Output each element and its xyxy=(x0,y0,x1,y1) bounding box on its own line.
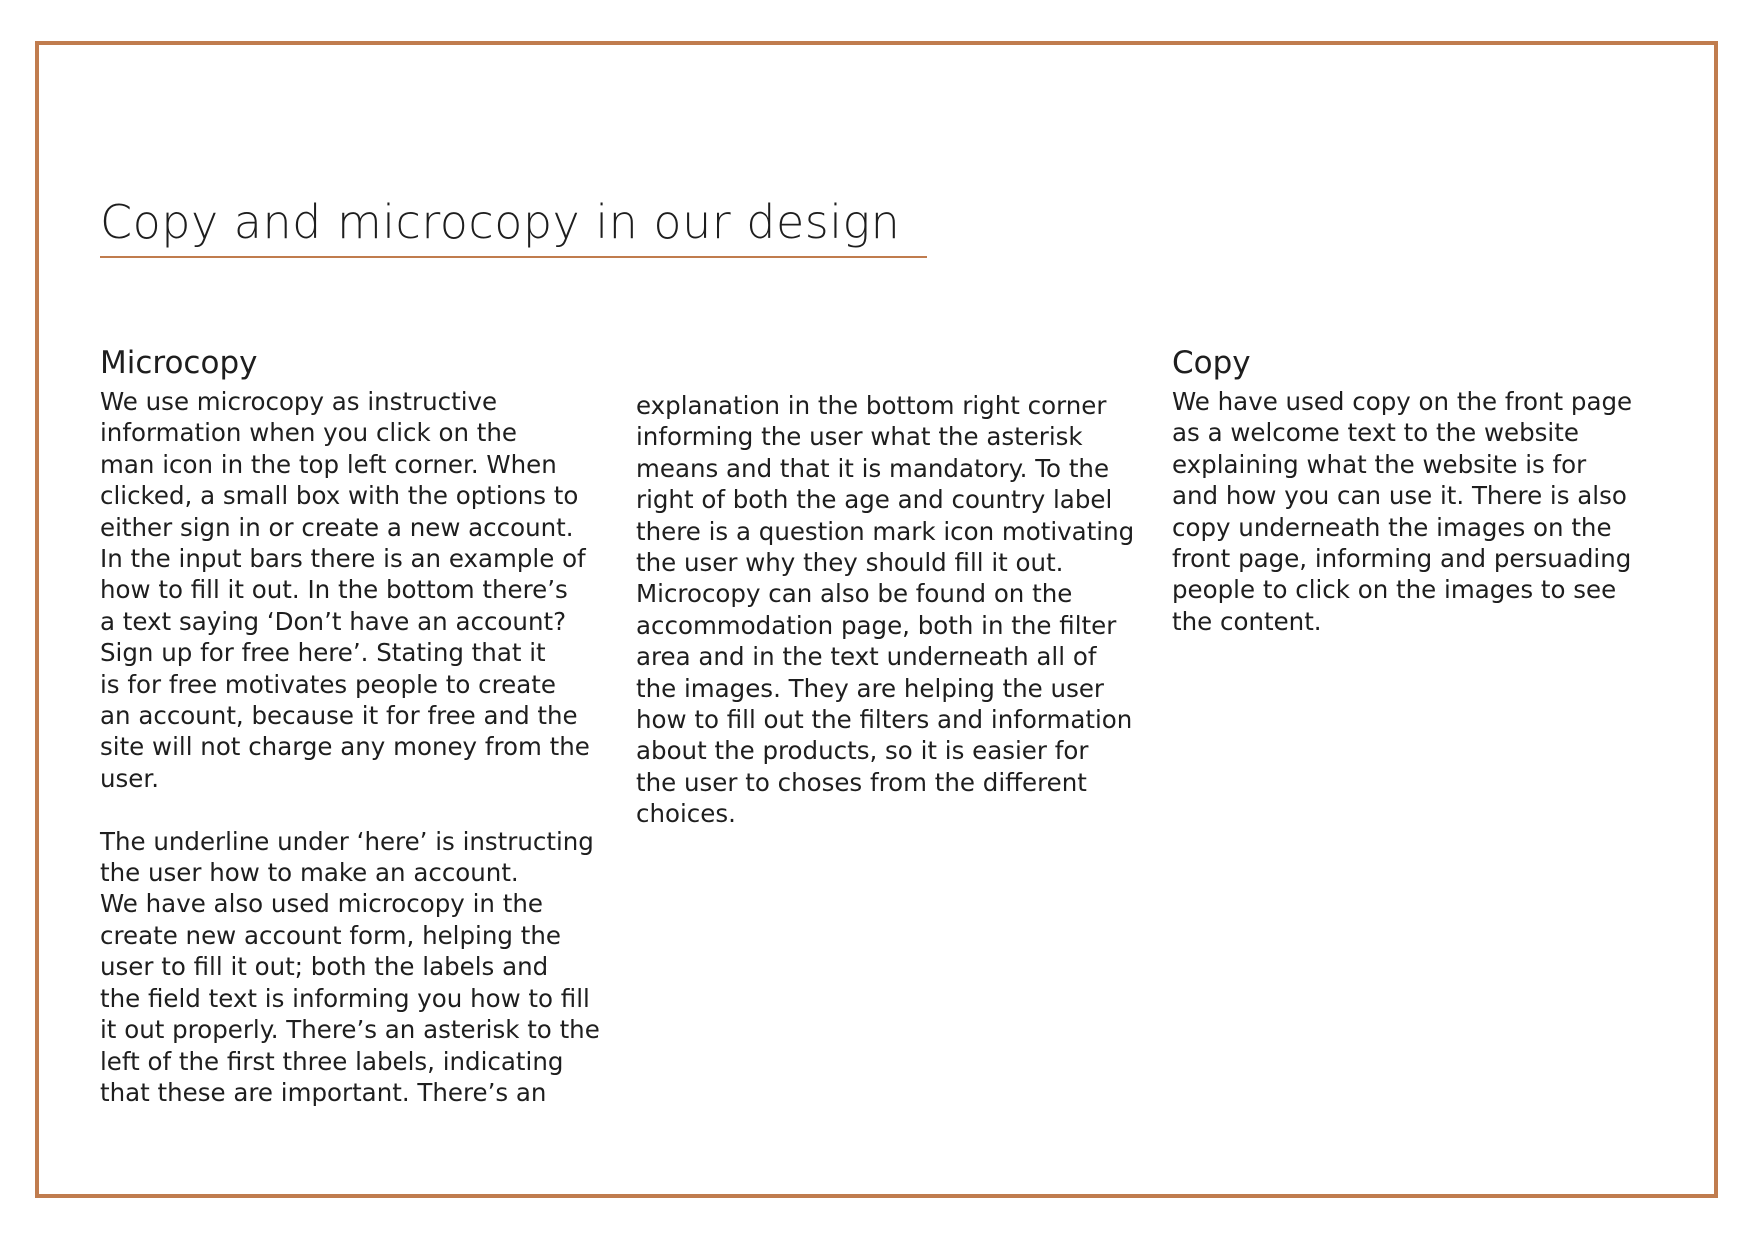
text-line: how to fill it out. In the bottom there’… xyxy=(100,575,568,605)
text-line: the user how to make an account. xyxy=(100,858,519,888)
text-line: is for free motivates people to create xyxy=(100,669,556,699)
text-line: that these are important. There’s an xyxy=(100,1077,547,1107)
text-line: it out properly. There’s an asterisk to … xyxy=(100,1015,600,1045)
page-title: Copy and microcopy in our design xyxy=(100,195,901,249)
microcopy-paragraph-1: We use microcopy as instructive informat… xyxy=(100,386,600,794)
text-line: an account, because it for free and the xyxy=(100,701,578,731)
text-line: as a welcome text to the website xyxy=(1172,418,1579,448)
text-line: about the products, so it is easier for xyxy=(636,736,1089,766)
text-line: there is a question mark icon motivating xyxy=(636,516,1135,546)
title-underline xyxy=(100,256,927,258)
text-line: copy underneath the images on the xyxy=(1172,512,1612,542)
text-line: man icon in the top left corner. When xyxy=(100,449,557,479)
text-line: We have used copy on the front page xyxy=(1172,387,1633,416)
text-line: In the input bars there is an example of xyxy=(100,544,586,574)
text-line: We use microcopy as instructive xyxy=(100,387,498,416)
text-line: information when you click on the xyxy=(100,418,517,448)
text-line: the user why they should fill it out. xyxy=(636,548,1064,578)
text-line: clicked, a small box with the options to xyxy=(100,481,579,511)
microcopy-column-middle: explanation in the bottom right corner i… xyxy=(636,390,1136,830)
text-line: choices. xyxy=(636,799,736,829)
text-line: Microcopy can also be found on the xyxy=(636,579,1073,609)
text-line: accommodation page, both in the filter xyxy=(636,610,1117,640)
text-line: front page, informing and persuading xyxy=(1172,544,1632,574)
text-line: the user to choses from the different xyxy=(636,767,1087,797)
text-line: We have also used microcopy in the xyxy=(100,889,543,919)
microcopy-paragraph-2: The underline under ‘here’ is instructin… xyxy=(100,826,600,1109)
text-line: and how you can use it. There is also xyxy=(1172,481,1627,511)
text-line: either sign in or create a new account. xyxy=(100,512,574,542)
text-line: means and that it is mandatory. To the xyxy=(636,453,1110,483)
text-line: create new account form, helping the xyxy=(100,920,561,950)
microcopy-continuation: explanation in the bottom right corner i… xyxy=(636,390,1136,830)
copy-heading: Copy xyxy=(1172,345,1251,381)
text-line: how to fill out the filters and informat… xyxy=(636,705,1133,735)
text-line: The underline under ‘here’ is instructin… xyxy=(100,826,594,856)
copy-column-right: Copy We have used copy on the front page… xyxy=(1172,340,1672,637)
text-line: user. xyxy=(100,763,159,793)
text-line: left of the first three labels, indicati… xyxy=(100,1046,564,1076)
copy-paragraph: We have used copy on the front page as a… xyxy=(1172,386,1672,637)
text-line: area and in the text underneath all of xyxy=(636,642,1097,672)
text-line: informing the user what the asterisk xyxy=(636,422,1083,452)
text-line: user to fill it out; both the labels and xyxy=(100,952,549,982)
text-line: people to click on the images to see xyxy=(1172,575,1617,605)
text-line: the images. They are helping the user xyxy=(636,673,1104,703)
text-line: the field text is informing you how to f… xyxy=(100,983,590,1013)
microcopy-heading: Microcopy xyxy=(100,345,258,381)
microcopy-column-left: Microcopy We use microcopy as instructiv… xyxy=(100,340,600,1108)
text-line: right of both the age and country label xyxy=(636,485,1113,515)
text-line: Sign up for free here’. Stating that it xyxy=(100,638,546,668)
text-line: a text saying ‘Don’t have an account? xyxy=(100,606,567,636)
text-line: explaining what the website is for xyxy=(1172,449,1587,479)
text-line: the content. xyxy=(1172,606,1322,636)
text-line: explanation in the bottom right corner xyxy=(636,391,1107,420)
text-line: site will not charge any money from the xyxy=(100,732,590,762)
